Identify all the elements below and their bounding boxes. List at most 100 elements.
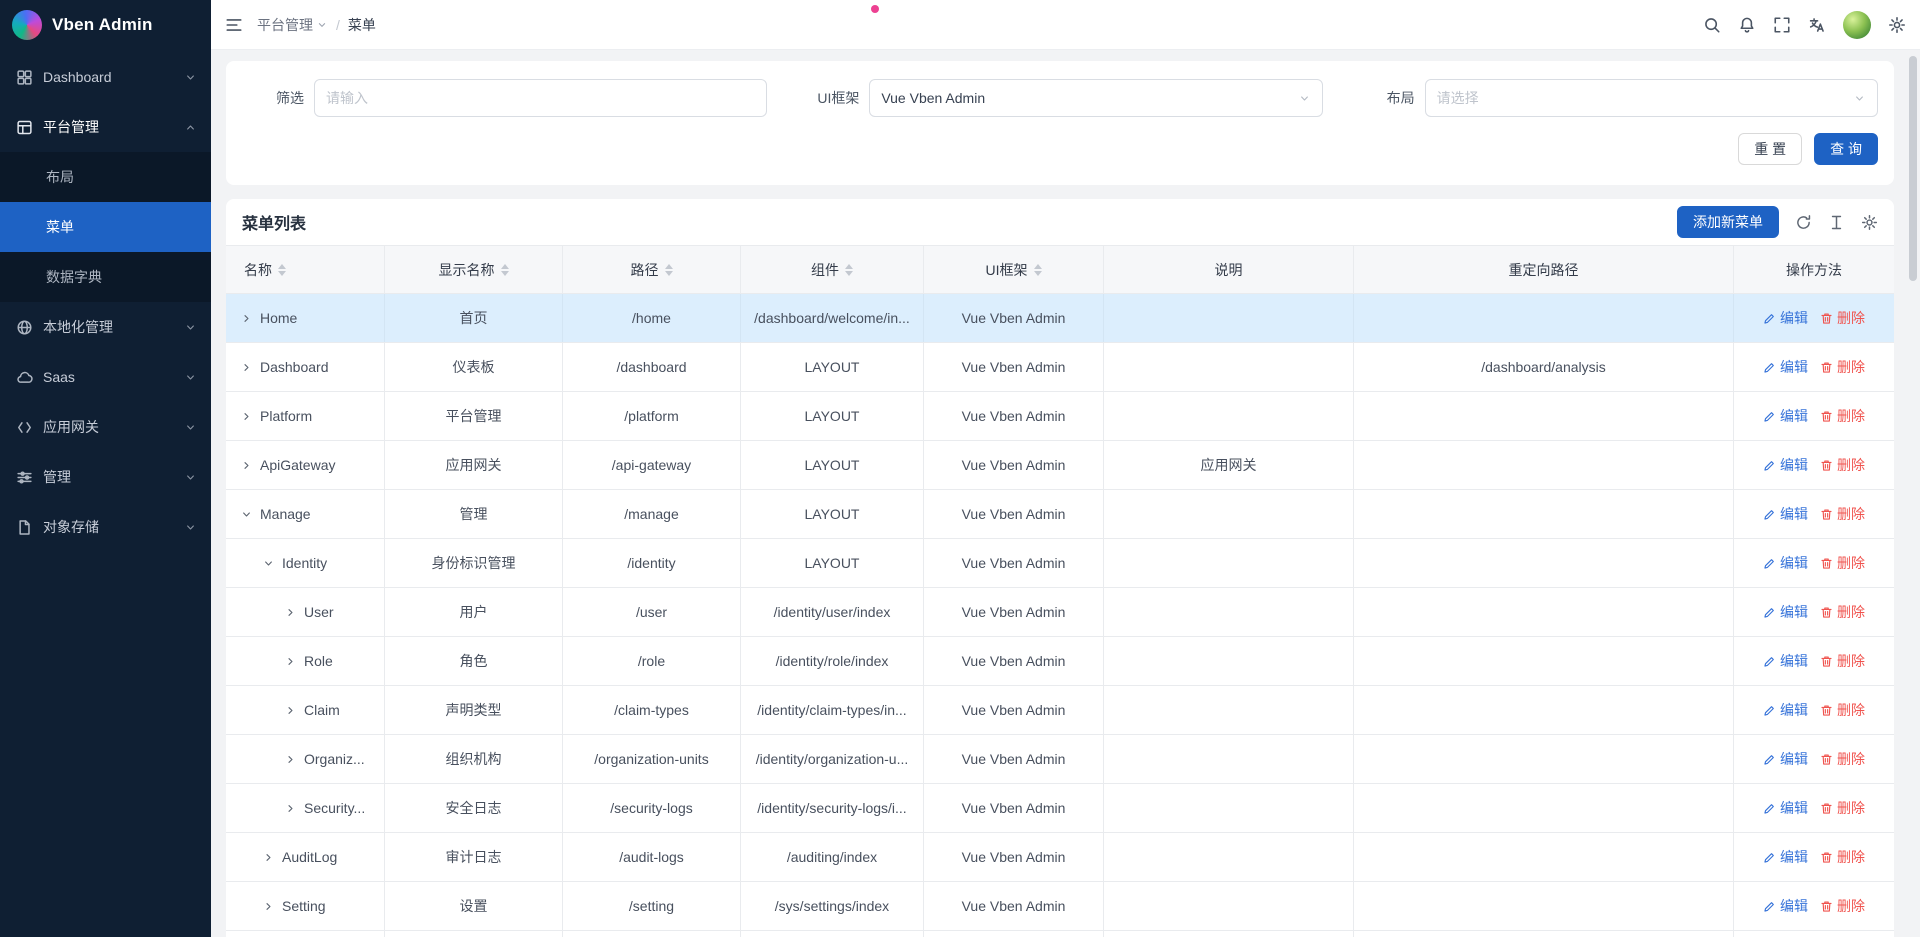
fullscreen-icon[interactable] <box>1773 16 1791 34</box>
cell-path: /user <box>563 588 741 636</box>
add-menu-button[interactable]: 添加新菜单 <box>1677 206 1779 238</box>
edit-button[interactable]: 编辑 <box>1763 798 1808 818</box>
search-icon[interactable] <box>1703 16 1721 34</box>
sort-carets-icon[interactable] <box>845 264 853 276</box>
sort-carets-icon[interactable] <box>665 264 673 276</box>
cell-display-name: 声明类型 <box>385 686 563 734</box>
sidebar-item-localization[interactable]: 本地化管理 <box>0 302 211 352</box>
edit-button[interactable]: 编辑 <box>1763 357 1808 377</box>
translate-icon[interactable] <box>1808 16 1826 34</box>
chevron-right-icon[interactable] <box>262 900 275 913</box>
logo-text: Vben Admin <box>52 15 153 35</box>
bell-icon[interactable] <box>1738 16 1756 34</box>
chevron-right-icon[interactable] <box>284 704 297 717</box>
sidebar-item-storage[interactable]: 对象存储 <box>0 502 211 552</box>
edit-button[interactable]: 编辑 <box>1763 308 1808 328</box>
edit-button[interactable]: 编辑 <box>1763 553 1808 573</box>
chevron-right-icon[interactable] <box>284 802 297 815</box>
edit-button[interactable]: 编辑 <box>1763 700 1808 720</box>
edit-button[interactable]: 编辑 <box>1763 896 1808 916</box>
chevron-right-icon[interactable] <box>240 312 253 325</box>
chevron-right-icon[interactable] <box>240 410 253 423</box>
breadcrumb-item-parent[interactable]: 平台管理 <box>257 15 328 35</box>
chevron-right-icon[interactable] <box>284 753 297 766</box>
menu-fold-icon[interactable] <box>225 16 243 34</box>
delete-button[interactable]: 删除 <box>1820 847 1865 867</box>
trash-icon <box>1820 312 1833 325</box>
chevron-right-icon[interactable] <box>284 655 297 668</box>
delete-button[interactable]: 删除 <box>1820 455 1865 475</box>
filter-input[interactable] <box>314 79 767 117</box>
sort-carets-icon[interactable] <box>278 264 286 276</box>
delete-button[interactable]: 删除 <box>1820 896 1865 916</box>
storage-icon <box>16 519 33 536</box>
preferences-gear-icon[interactable] <box>1888 16 1906 34</box>
sidebar-item-platform[interactable]: 平台管理 <box>0 102 211 152</box>
column-header[interactable]: 名称 <box>226 246 385 293</box>
delete-button[interactable]: 删除 <box>1820 602 1865 622</box>
edit-button[interactable]: 编辑 <box>1763 749 1808 769</box>
chevron-down-icon[interactable] <box>262 557 275 570</box>
column-header[interactable]: 组件 <box>741 246 924 293</box>
sidebar-item-label: 管理 <box>43 467 184 487</box>
edit-button[interactable]: 编辑 <box>1763 406 1808 426</box>
edit-button[interactable]: 编辑 <box>1763 847 1808 867</box>
pencil-icon <box>1763 704 1776 717</box>
sidebar-item-manage[interactable]: 管理 <box>0 452 211 502</box>
edit-button[interactable]: 编辑 <box>1763 455 1808 475</box>
refresh-icon[interactable] <box>1795 214 1812 231</box>
chevron-right-icon[interactable] <box>262 851 275 864</box>
filter-select-ui-framework[interactable]: Vue Vben Admin <box>869 79 1322 117</box>
delete-button[interactable]: 删除 <box>1820 553 1865 573</box>
filter-select-layout[interactable]: 请选择 <box>1425 79 1878 117</box>
chevron-down-icon <box>184 371 197 384</box>
cell-name: Home <box>226 294 385 342</box>
sidebar-subitem-layout[interactable]: 布局 <box>0 152 211 202</box>
chevron-down-icon <box>184 321 197 334</box>
scrollbar-thumb[interactable] <box>1909 56 1917 281</box>
column-header[interactable]: 显示名称 <box>385 246 563 293</box>
user-avatar[interactable] <box>1843 11 1871 39</box>
sort-carets-icon[interactable] <box>1034 264 1042 276</box>
chevron-down-icon[interactable] <box>240 508 253 521</box>
sidebar-item-saas[interactable]: Saas <box>0 352 211 402</box>
breadcrumb-separator: / <box>336 17 340 33</box>
reset-button[interactable]: 重 置 <box>1738 133 1802 165</box>
cell-actions: 编辑删除 <box>1734 686 1894 734</box>
sidebar-item-dashboard[interactable]: Dashboard <box>0 52 211 102</box>
delete-button[interactable]: 删除 <box>1820 798 1865 818</box>
sidebar-item-gateway[interactable]: 应用网关 <box>0 402 211 452</box>
delete-button[interactable]: 删除 <box>1820 749 1865 769</box>
cell-path: /identity <box>563 539 741 587</box>
column-header[interactable]: 路径 <box>563 246 741 293</box>
delete-button[interactable]: 删除 <box>1820 651 1865 671</box>
sidebar-subitem-dictionary[interactable]: 数据字典 <box>0 252 211 302</box>
pencil-icon <box>1763 753 1776 766</box>
edit-button[interactable]: 编辑 <box>1763 651 1808 671</box>
chevron-right-icon[interactable] <box>284 606 297 619</box>
edit-button[interactable]: 编辑 <box>1763 504 1808 524</box>
edit-button[interactable]: 编辑 <box>1763 602 1808 622</box>
topbar: 平台管理 / 菜单 <box>211 0 1920 50</box>
cell-display-name: 审计日志 <box>385 833 563 881</box>
delete-button[interactable]: 删除 <box>1820 700 1865 720</box>
vertical-scrollbar[interactable] <box>1909 52 1917 933</box>
cell-empty <box>1354 931 1734 937</box>
delete-button[interactable]: 删除 <box>1820 406 1865 426</box>
delete-button[interactable]: 删除 <box>1820 357 1865 377</box>
sidebar-subitem-menu[interactable]: 菜单 <box>0 202 211 252</box>
chevron-right-icon[interactable] <box>240 361 253 374</box>
delete-button[interactable]: 删除 <box>1820 308 1865 328</box>
app-logo[interactable]: Vben Admin <box>0 0 211 50</box>
column-header[interactable]: UI框架 <box>924 246 1104 293</box>
table-settings-icon[interactable] <box>1861 214 1878 231</box>
sort-carets-icon[interactable] <box>501 264 509 276</box>
row-height-icon[interactable] <box>1828 214 1845 231</box>
pencil-icon <box>1763 655 1776 668</box>
delete-button[interactable]: 删除 <box>1820 504 1865 524</box>
query-button[interactable]: 查 询 <box>1814 133 1878 165</box>
chevron-right-icon[interactable] <box>240 459 253 472</box>
trash-icon <box>1820 753 1833 766</box>
cell-empty <box>741 931 924 937</box>
cell-empty <box>1104 931 1354 937</box>
